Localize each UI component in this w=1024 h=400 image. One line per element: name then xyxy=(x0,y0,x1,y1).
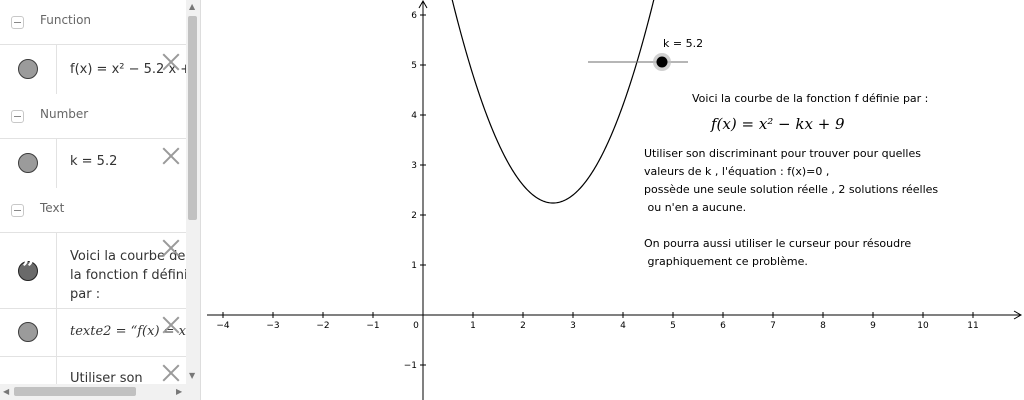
divider xyxy=(56,233,57,308)
x-tick-label: −3 xyxy=(266,321,279,331)
category-label: Function xyxy=(40,13,92,27)
category-function[interactable]: Function xyxy=(0,0,186,44)
x-tick-label: 2 xyxy=(520,321,526,331)
delete-close-icon[interactable] xyxy=(162,364,180,382)
graphics-view[interactable]: −4 −3 −2 −1 0 1 2 3 4 5 6 7 8 9 10 11 −1 1 2 3 4 5 6 k = 5.2 V… xyxy=(201,0,1024,400)
x-tick-label: 3 xyxy=(570,321,576,331)
slider-handle xyxy=(656,56,668,68)
vertical-scrollbar[interactable]: ▲ ▼ xyxy=(186,0,200,384)
algebra-row-text1[interactable]: Voici la courbe de la fonction f définie… xyxy=(0,232,186,308)
y-tick-label: 1 xyxy=(411,261,417,271)
slider-label: k = 5.2 xyxy=(663,37,704,50)
text-formula: f(x) = x² − kx + 9 xyxy=(711,115,845,133)
text-paragraph1: Utiliser son discriminant pour trouver p… xyxy=(644,145,938,217)
y-tick-label: 3 xyxy=(411,161,417,171)
x-tick-label: 1 xyxy=(470,321,476,331)
x-tick-label: −1 xyxy=(366,321,379,331)
divider xyxy=(56,139,57,188)
x-tick-label: 10 xyxy=(917,321,929,331)
divider xyxy=(56,309,57,356)
x-tick-label: −4 xyxy=(216,321,230,331)
y-tick-label: 5 xyxy=(411,61,417,71)
x-tick-label: 5 xyxy=(670,321,676,331)
vertical-scroll-thumb[interactable] xyxy=(188,16,197,220)
paragraph-line: graphiquement ce problème. xyxy=(644,255,808,268)
paragraph-line: Utiliser son discriminant pour trouver p… xyxy=(644,147,921,160)
delete-close-icon[interactable] xyxy=(162,147,180,165)
category-number[interactable]: Number xyxy=(0,94,186,138)
algebra-row-function[interactable]: f(x) = x² − 5.2 x + 9 xyxy=(0,44,186,94)
y-tick-label: 6 xyxy=(411,11,417,21)
horizontal-scrollbar[interactable]: ◀ ▶ xyxy=(0,384,200,400)
y-tick-label: 4 xyxy=(411,111,417,121)
category-label: Number xyxy=(40,107,89,121)
scroll-up-icon[interactable]: ▲ xyxy=(189,3,195,11)
horizontal-scroll-thumb[interactable] xyxy=(14,387,136,396)
algebra-view: Function f(x) = x² − 5.2 x + 9 Number k … xyxy=(0,0,201,400)
y-tick-label: 2 xyxy=(411,211,417,221)
algebra-row-text2[interactable]: texte2 = “f(x) = x² xyxy=(0,308,186,356)
collapse-minus-icon[interactable] xyxy=(11,110,24,123)
visibility-marble-icon[interactable] xyxy=(18,322,38,342)
text1-line: par : xyxy=(70,287,101,302)
visibility-marble-icon[interactable] xyxy=(18,153,38,173)
algebra-row-number[interactable]: k = 5.2 xyxy=(0,138,186,188)
category-label: Text xyxy=(40,201,65,215)
category-text[interactable]: Text xyxy=(0,188,186,232)
collapse-minus-icon[interactable] xyxy=(11,16,24,29)
divider xyxy=(56,45,57,94)
text-line1: Voici la courbe de la fonction f définie… xyxy=(692,92,929,105)
paragraph-line: On pourra aussi utiliser le curseur pour… xyxy=(644,237,912,250)
x-tick-label: 11 xyxy=(967,321,978,331)
x-tick-label: 0 xyxy=(413,321,419,331)
scroll-left-icon[interactable]: ◀ xyxy=(3,388,9,396)
delete-close-icon[interactable] xyxy=(162,53,180,71)
x-tick-label: 8 xyxy=(820,321,826,331)
algebra-list: Function f(x) = x² − 5.2 x + 9 Number k … xyxy=(0,0,186,400)
text1-line: la fonction f définie xyxy=(70,268,186,283)
scroll-right-icon[interactable]: ▶ xyxy=(176,388,182,396)
visibility-marble-icon[interactable] xyxy=(18,59,38,79)
text-paragraph2: On pourra aussi utiliser le curseur pour… xyxy=(644,235,911,271)
x-tick-label: 9 xyxy=(870,321,876,331)
paragraph-line: valeurs de k , l'équation : f(x)=0 , xyxy=(644,165,830,178)
collapse-minus-icon[interactable] xyxy=(11,204,24,217)
x-tick-label: 7 xyxy=(770,321,776,331)
x-tick-label: 4 xyxy=(620,321,626,331)
delete-close-icon[interactable] xyxy=(162,239,180,257)
quote-marble-icon[interactable] xyxy=(18,256,38,282)
x-tick-label: 6 xyxy=(720,321,726,331)
scroll-down-icon[interactable]: ▼ xyxy=(189,372,195,380)
paragraph-line: possède une seule solution réelle , 2 so… xyxy=(644,183,939,196)
paragraph-line: ou n'en a aucune. xyxy=(644,201,747,214)
x-tick-label: −2 xyxy=(316,321,329,331)
parabola-curve xyxy=(451,0,655,204)
number-expression[interactable]: k = 5.2 xyxy=(70,154,117,169)
y-tick-label: −1 xyxy=(404,361,417,371)
delete-close-icon[interactable] xyxy=(162,316,180,334)
